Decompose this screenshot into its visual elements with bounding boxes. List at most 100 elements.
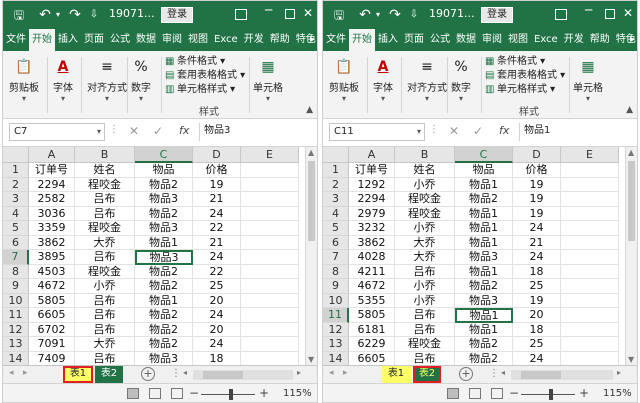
collapse-ribbon-icon[interactable]: ▲ (626, 105, 633, 115)
cell[interactable]: 18 (513, 322, 561, 337)
conditional-format-button[interactable]: ▦ 条件格式 ▾ (165, 55, 245, 69)
cell[interactable]: 物品3 (455, 250, 513, 265)
sheet-options-icon[interactable]: ⋮ (171, 368, 181, 379)
column-header-C[interactable]: C (135, 147, 193, 163)
select-all-corner[interactable] (323, 147, 349, 163)
cell[interactable]: 25 (193, 279, 241, 294)
tab-scroll-icon[interactable]: ▸ (630, 29, 635, 51)
ribbon-tab-6[interactable]: 审阅 (159, 29, 185, 51)
cell[interactable]: 物品2 (455, 279, 513, 294)
cell[interactable]: 物品3 (135, 192, 193, 207)
ribbon-tab-4[interactable]: 公式 (427, 29, 453, 51)
cell[interactable] (561, 235, 619, 250)
column-header-E[interactable]: E (241, 147, 299, 163)
cell[interactable]: 程咬金 (75, 177, 135, 192)
cell[interactable] (561, 308, 619, 323)
cell[interactable]: 姓名 (75, 163, 135, 178)
cell[interactable] (241, 337, 299, 352)
login-button[interactable]: 登录 (161, 7, 193, 23)
row-header[interactable]: 12 (323, 322, 349, 337)
hscroll-right-icon[interactable]: ▸ (297, 368, 301, 377)
number-group[interactable]: % 数字 ▾ (131, 57, 151, 104)
cell[interactable] (241, 206, 299, 221)
cell[interactable]: 6605 (349, 351, 395, 365)
normal-view-icon[interactable] (127, 388, 139, 399)
cell[interactable]: 物品1 (455, 221, 513, 236)
cell[interactable]: 7091 (29, 337, 75, 352)
ribbon-tab-3[interactable]: 页面 (81, 29, 107, 51)
font-group[interactable]: A 字体 ▾ (53, 57, 73, 104)
cell[interactable] (241, 250, 299, 265)
cell[interactable]: 4211 (349, 264, 395, 279)
cell[interactable]: 物品2 (135, 264, 193, 279)
cell[interactable]: 25 (513, 337, 561, 352)
clipboard-group[interactable]: 📋 剪贴板 ▾ (9, 57, 39, 104)
cell[interactable] (241, 163, 299, 178)
conditional-format-button[interactable]: ▦ 条件格式 ▾ (485, 55, 565, 69)
row-header[interactable]: 1 (3, 163, 29, 178)
normal-view-icon[interactable] (447, 388, 459, 399)
cell[interactable]: 物品 (455, 163, 513, 178)
cell[interactable]: 6702 (29, 322, 75, 337)
name-box[interactable]: C11 ▾ (329, 123, 425, 141)
zoom-out-icon[interactable]: − (509, 386, 519, 400)
zoom-slider[interactable] (521, 394, 575, 395)
cell[interactable]: 吕布 (75, 192, 135, 207)
cell[interactable]: 物品1 (455, 235, 513, 250)
row-header[interactable]: 9 (3, 279, 29, 294)
ribbon-tab-1[interactable]: 开始 (29, 29, 55, 51)
column-header-D[interactable]: D (193, 147, 241, 163)
cell[interactable]: 物品1 (135, 235, 193, 250)
column-header-C[interactable]: C (455, 147, 513, 163)
zoom-level[interactable]: 115% (603, 388, 632, 399)
save-icon[interactable]: 🖫 (11, 6, 27, 24)
cell[interactable]: 小乔 (75, 279, 135, 294)
cell[interactable]: 4503 (29, 264, 75, 279)
cell[interactable]: 4672 (349, 279, 395, 294)
cell[interactable] (241, 308, 299, 323)
column-header-B[interactable]: B (395, 147, 455, 163)
scroll-thumb[interactable] (308, 161, 315, 241)
restore-icon[interactable] (285, 9, 295, 19)
name-box-dropdown-icon[interactable]: ▾ (97, 124, 101, 140)
hscroll-thumb[interactable] (521, 371, 561, 379)
cell[interactable]: 吕布 (395, 264, 455, 279)
scroll-up-icon[interactable]: ▲ (308, 148, 314, 157)
undo-icon[interactable]: ↶ (37, 6, 53, 24)
cell[interactable]: 3895 (29, 250, 75, 265)
cell[interactable]: 物品2 (455, 337, 513, 352)
ribbon-tab-5[interactable]: 数据 (453, 29, 479, 51)
hscroll-left-icon[interactable]: ◂ (501, 368, 505, 377)
vertical-scrollbar[interactable]: ▲ ▼ (305, 147, 317, 365)
cell[interactable]: 大乔 (75, 235, 135, 250)
ribbon-tab-9[interactable]: 开发 (241, 29, 267, 51)
add-sheet-icon[interactable]: + (459, 367, 473, 381)
cell[interactable]: 3862 (29, 235, 75, 250)
font-group[interactable]: A 字体 ▾ (373, 57, 393, 104)
add-sheet-icon[interactable]: + (141, 367, 155, 381)
sheet-tab-1[interactable]: 表1 (63, 366, 93, 383)
cell[interactable] (241, 235, 299, 250)
cell[interactable]: 24 (193, 206, 241, 221)
row-header[interactable]: 14 (3, 351, 29, 365)
cell[interactable]: 吕布 (75, 322, 135, 337)
cell[interactable]: 程咬金 (395, 337, 455, 352)
zoom-slider-knob[interactable] (229, 389, 233, 400)
cell[interactable]: 6229 (349, 337, 395, 352)
formula-bar-grip-icon[interactable]: ⋮ (109, 124, 119, 135)
ribbon-tab-2[interactable]: 插入 (375, 29, 401, 51)
cell-style-button[interactable]: ▥ 单元格样式 ▾ (165, 83, 245, 97)
row-header[interactable]: 13 (323, 337, 349, 352)
ribbon-display-options-icon[interactable] (235, 9, 247, 20)
cell[interactable]: 20 (193, 293, 241, 308)
cell[interactable] (241, 221, 299, 236)
sheet-tab-2[interactable]: 表2 (95, 366, 123, 383)
cell[interactable]: 物品3 (135, 351, 193, 365)
cell[interactable] (561, 279, 619, 294)
tab-scroll-icon[interactable]: ▸ (310, 29, 315, 51)
ribbon-tab-8[interactable]: Exce (211, 29, 241, 51)
ribbon-tab-1[interactable]: 开始 (349, 29, 375, 51)
sheet-next-icon[interactable]: ▸ (23, 368, 28, 378)
cell[interactable] (561, 177, 619, 192)
ribbon-tab-0[interactable]: 文件 (3, 29, 29, 51)
